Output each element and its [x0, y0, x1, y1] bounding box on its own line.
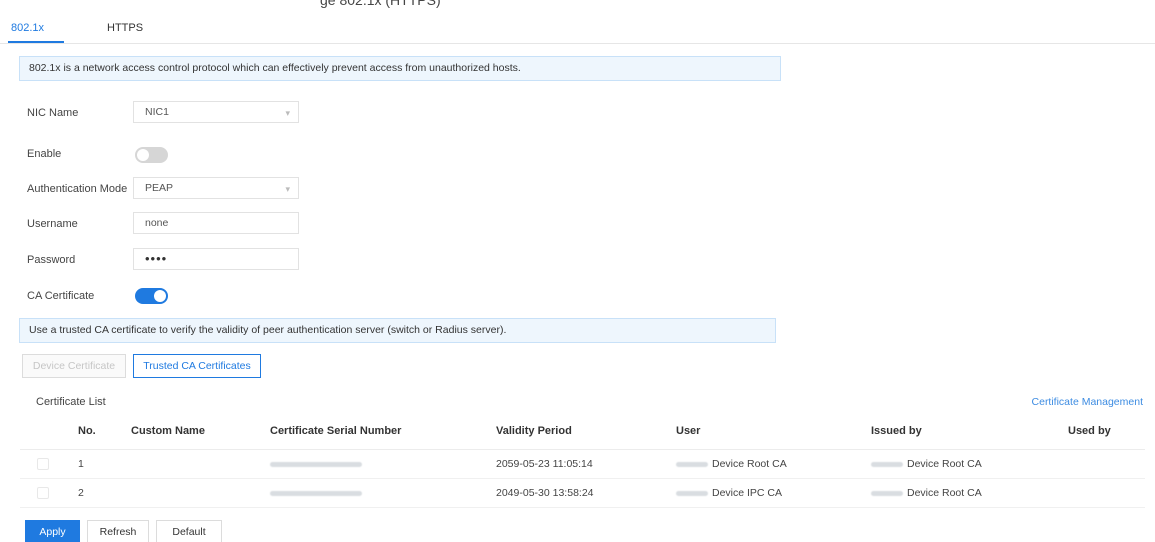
auth-mode-select[interactable]: PEAP ▾	[133, 177, 299, 199]
tab-device-certificate[interactable]: Device Certificate	[22, 354, 126, 378]
cell-issued-by: Device Root CA	[871, 487, 982, 499]
auth-mode-label: Authentication Mode	[27, 183, 128, 195]
table-row[interactable]: 2 2049-05-30 13:58:24 Device IPC CA Devi…	[20, 479, 1145, 508]
cell-issued-by-text: Device Root CA	[907, 458, 982, 470]
column-header-user: User	[676, 425, 701, 437]
tab-https[interactable]: HTTPS	[107, 22, 143, 34]
ca-certificate-toggle[interactable]	[135, 288, 168, 304]
certificate-management-link[interactable]: Certificate Management	[1032, 396, 1143, 408]
redacted-serial	[270, 490, 362, 496]
chevron-down-icon: ▾	[285, 108, 290, 118]
redacted-brand	[871, 490, 903, 496]
table-header: No. Custom Name Certificate Serial Numbe…	[20, 414, 1145, 450]
cell-serial-number	[270, 458, 366, 470]
cell-user-text: Device Root CA	[712, 458, 787, 470]
column-header-validity-period: Validity Period	[496, 425, 572, 437]
toggle-knob	[154, 290, 166, 302]
username-input[interactable]: none	[133, 212, 299, 234]
toggle-knob	[137, 149, 149, 161]
redacted-brand	[676, 461, 708, 467]
cell-user-text: Device IPC CA	[712, 487, 783, 499]
column-header-used-by: Used by	[1068, 425, 1111, 437]
enable-toggle[interactable]	[135, 147, 168, 163]
certificate-table: No. Custom Name Certificate Serial Numbe…	[20, 414, 1145, 508]
cell-user: Device Root CA	[676, 458, 787, 470]
cell-serial-number	[270, 487, 366, 499]
page-heading-fragment: ge 802.1x (HTTPS)	[320, 0, 441, 8]
ca-info-banner: Use a trusted CA certificate to verify t…	[19, 318, 776, 343]
nic-name-select[interactable]: NIC1 ▾	[133, 101, 299, 123]
cell-validity-period: 2059-05-23 11:05:14	[496, 458, 593, 470]
nic-name-label: NIC Name	[27, 107, 79, 119]
default-button[interactable]: Default	[156, 520, 222, 542]
chevron-down-icon: ▾	[285, 184, 290, 194]
row-checkbox[interactable]	[37, 458, 49, 470]
active-tab-indicator	[8, 41, 64, 43]
row-checkbox[interactable]	[37, 487, 49, 499]
tab-trusted-ca-certificates[interactable]: Trusted CA Certificates	[133, 354, 261, 378]
apply-button[interactable]: Apply	[25, 520, 80, 542]
refresh-button[interactable]: Refresh	[87, 520, 149, 542]
table-row[interactable]: 1 2059-05-23 11:05:14 Device Root CA Dev…	[20, 450, 1145, 479]
redacted-brand	[676, 490, 708, 496]
username-label: Username	[27, 218, 78, 230]
password-label: Password	[27, 254, 76, 266]
column-header-custom-name: Custom Name	[131, 425, 205, 437]
nic-name-value: NIC1	[145, 106, 169, 118]
column-header-no: No.	[78, 425, 96, 437]
cell-no: 1	[78, 458, 84, 470]
column-header-serial-number: Certificate Serial Number	[270, 425, 402, 437]
auth-mode-value: PEAP	[145, 182, 174, 194]
redacted-brand	[871, 461, 903, 467]
column-header-issued-by: Issued by	[871, 425, 922, 437]
cell-issued-by: Device Root CA	[871, 458, 982, 470]
cell-user: Device IPC CA	[676, 487, 782, 499]
tab-802-1x[interactable]: 802.1x	[11, 22, 44, 34]
password-input[interactable]: ••••	[133, 248, 299, 270]
ca-certificate-label: CA Certificate	[27, 290, 95, 302]
cell-issued-by-text: Device Root CA	[907, 487, 982, 499]
enable-label: Enable	[27, 148, 62, 160]
info-banner: 802.1x is a network access control proto…	[19, 56, 781, 81]
cell-no: 2	[78, 487, 84, 499]
tab-bar: 802.1x HTTPS	[0, 16, 1155, 44]
redacted-serial	[270, 461, 362, 467]
certificate-list-title: Certificate List	[36, 396, 106, 408]
cell-validity-period: 2049-05-30 13:58:24	[496, 487, 594, 499]
